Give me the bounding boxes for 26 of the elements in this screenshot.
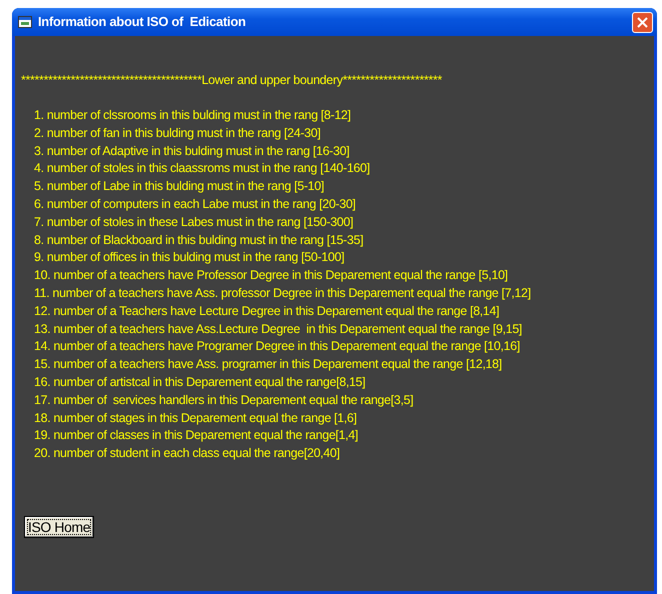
rule-text: 19. number of classes in this Deparement equal the range[1,4]	[33, 427, 358, 444]
rule-text: 2. number of fan in this bulding must in the rang [24-30]	[33, 124, 320, 142]
iso-home-button[interactable]: ISO Home	[24, 516, 94, 538]
rule-text: 16. number of artistcal in this Deparement equal the range[8,15]	[33, 374, 366, 391]
rule-text: 11. number of a teachers have Ass. professor Degree in this Deparement equal the range [7,12]	[33, 284, 531, 302]
rule-text: 10. number of a teachers have Professor Degree in this Deparement equal the range [5,10]	[33, 267, 508, 284]
rule-text: 13. number of a teachers have Ass.Lecture Degree in this Deparement equal the range [9,15]	[33, 320, 522, 338]
rule-text: 9. number of offices in this bulding must in the rang [50-100]	[33, 249, 344, 266]
rule-text: 8. number of Blackboard in this bulding must in the rang [15-35]	[33, 232, 364, 249]
rule-text: 1. number of clssrooms in this bulding must in the rang [8-12]	[33, 107, 351, 124]
rule-text: 6. number of computers in each Labe must in the rang [20-30]	[33, 196, 356, 213]
rule-text: 15. number of a teachers have Ass. programer in this Deparement equal the range [12,18]	[33, 356, 502, 374]
rule-text: 4. number of stoles in this claassroms must in the rang [140-160]	[33, 160, 370, 178]
rule-text: 12. number of a Teachers have Lecture Degree in this Deparement equal the range [8,14]	[33, 302, 500, 320]
rule-text: 3. number of Adaptive in this bulding must in the rang [16-30]	[33, 142, 350, 160]
window-title: Information about ISO of Edication	[38, 13, 246, 32]
heading-text: ****************************************Lower and upper boundery**********************	[21, 72, 443, 88]
close-button[interactable]	[632, 12, 653, 32]
window-icon	[18, 16, 32, 28]
rule-text: 20. number of student in each class equal the range[20,40]	[33, 445, 340, 462]
rule-text: 14. number of a teachers have Programer Degree in this Deparement equal the range [10,16]	[33, 338, 520, 356]
close-icon	[637, 16, 648, 28]
rule-text: 17. number of services handlers in this Deparement equal the range[3,5]	[33, 392, 414, 409]
rule-text: 5. number of Labe in this bulding must in the rang [5-10]	[33, 178, 324, 196]
rule-text: 7. number of stoles in these Labes must in the rang [150-300]	[33, 214, 354, 231]
rule-text: 18. number of stages in this Deparement equal the range [1,6]	[33, 410, 357, 427]
